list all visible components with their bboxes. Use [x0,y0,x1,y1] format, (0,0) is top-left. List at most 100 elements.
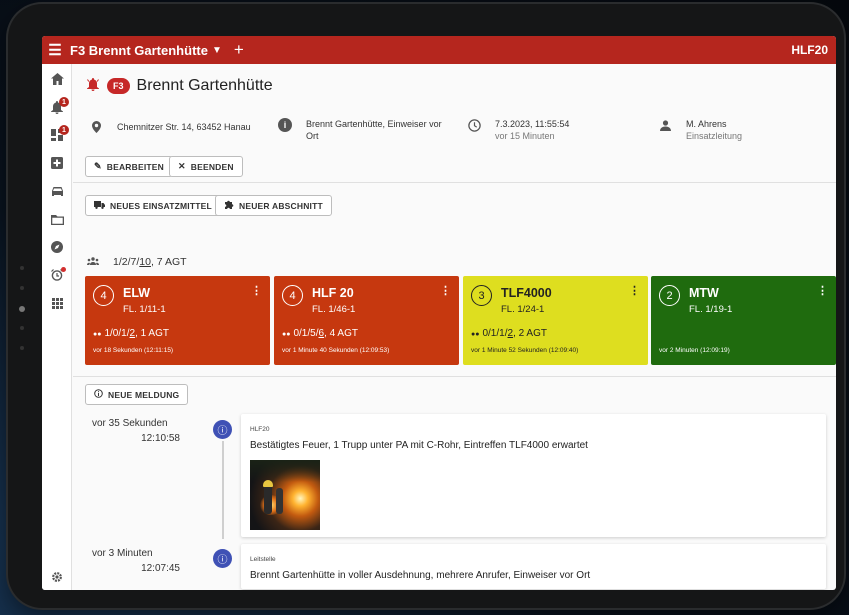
unit-strength: ●● 0/1/5/6, 4 AGT [282,328,358,339]
edit-button[interactable]: ✎ BEARBEITEN [85,156,174,177]
message-info-icon: ⓘ [213,420,232,439]
unit-status-time: vor 1 Minute 52 Sekunden (12:09:40) [471,347,579,354]
settings-gear-icon[interactable] [42,566,72,588]
current-unit-label: HLF20 [791,43,828,57]
info-icon: i [278,118,292,132]
more-vert-icon[interactable]: ⋮ [440,284,451,297]
overview-badge: 1 [59,125,69,135]
alarm-clock-icon[interactable] [42,264,72,286]
medical-plus-icon[interactable] [42,152,72,174]
main-content: F3 Brennt Gartenhütte Chemnitzer Str. 14… [73,64,836,590]
new-section-label: NEUER ABSCHNITT [239,200,323,211]
unit-status-time: vor 2 Minuten (12:09:19) [659,347,730,354]
unit-card[interactable]: 4 ELW FL. 1/11-1 ⋮ ●● 1/0/1/2, 1 AGT vor 18 Se… [85,276,270,365]
leader-role: Einsatzleitung [686,131,743,141]
menu-icon[interactable]: ☰ [42,41,68,59]
strength-prefix: 1/2/7/ [113,256,140,268]
apps-grid-icon[interactable] [42,292,72,314]
group-icon: ●● [93,331,102,338]
end-button[interactable]: ✕ BEENDEN [169,156,243,177]
dashboard-icon[interactable]: 1 [42,124,72,146]
total-strength: 1/2/7/10, 7 AGT [87,256,187,268]
address-field: Chemnitzer Str. 14, 63452 Hanau [89,120,251,134]
incident-address: Chemnitzer Str. 14, 63452 Hanau [117,122,251,132]
new-unit-button[interactable]: NEUES EINSATZMITTEL [85,195,221,216]
unit-name: TLF4000 [501,286,552,300]
incident-header: F3 Brennt Gartenhütte [87,77,273,95]
vehicle-icon[interactable] [42,180,72,202]
unit-card[interactable]: 3 TLF4000 FL. 1/24-1 ⋮ ●● 0/1/1/2, 2 AGT vor 1… [463,276,648,365]
unit-radio-callsign: FL. 1/19-1 [689,304,733,315]
message-info-icon: ⓘ [213,549,232,568]
add-incident-button[interactable]: + [234,40,244,60]
alarm-bell-icon[interactable]: 1 [42,96,72,118]
home-icon[interactable] [42,68,72,90]
strength-agt: , 7 AGT [150,256,187,268]
datetime-field: 7.3.2023, 11:55:54 vor 15 Minuten [467,118,569,142]
timeline-ago: vor 3 Minuten [92,548,153,559]
clock-notification-dot [61,267,66,272]
chevron-down-icon[interactable]: ▼ [212,45,222,56]
unit-strength-prefix: 1/0/1/ [104,328,130,339]
camera-dot [20,326,24,330]
unit-strength-prefix: 0/1/1/ [482,328,508,339]
unit-card[interactable]: 4 HLF 20 FL. 1/46-1 ⋮ ●● 0/1/5/6, 4 AGT vor 1 … [274,276,459,365]
timeline-time: 12:07:45 [141,563,180,574]
unit-status-number: 2 [659,285,680,306]
new-message-label: NEUE MELDUNG [108,389,180,400]
unit-status-time: vor 18 Sekunden (12:11:15) [93,347,174,354]
new-section-button[interactable]: NEUER ABSCHNITT [215,195,332,216]
alarm-bell-icon [87,78,99,94]
message-text: Brennt Gartenhütte in voller Ausdehnung,… [250,570,591,581]
section-divider [73,376,836,377]
leader-name: M. Ahrens [686,119,727,129]
incident-selector[interactable]: F3 Brennt Gartenhütte [70,43,208,58]
incident-datetime-relative: vor 15 Minuten [495,131,555,141]
unit-radio-callsign: FL. 1/24-1 [501,304,545,315]
info-outline-icon [94,389,103,400]
unit-strength-agt: , 2 AGT [513,328,547,339]
unit-name: MTW [689,286,719,300]
new-message-button[interactable]: NEUE MELDUNG [85,384,189,405]
puzzle-icon [224,200,234,212]
close-icon: ✕ [178,161,186,171]
unit-name: ELW [123,286,151,300]
timeline-entry: HLF20 Bestätigtes Feuer, 1 Trupp unter P… [241,414,826,537]
unit-status-number: 3 [471,285,492,306]
folder-icon[interactable] [42,208,72,230]
unit-card[interactable]: 2 MTW FL. 1/19-1 ⋮ vor 2 Minuten (12:09:19) [651,276,836,365]
camera-dot [20,346,24,350]
message-author: Leitstelle [250,556,276,563]
clock-icon [467,118,481,132]
unit-radio-callsign: FL. 1/46-1 [312,304,356,315]
more-vert-icon[interactable]: ⋮ [251,284,262,297]
incident-info-row: Chemnitzer Str. 14, 63452 Hanau i Brennt… [73,114,836,144]
compass-icon[interactable] [42,236,72,258]
group-icon: ●● [471,331,480,338]
sidebar: 1 1 [42,64,72,590]
end-button-label: BEENDEN [190,161,234,172]
section-divider [73,182,836,183]
pencil-icon: ✎ [94,161,102,171]
group-icon [87,257,99,267]
timeline-time: 12:10:58 [141,433,180,444]
alarm-keyword-badge: F3 [107,78,130,94]
incident-photo[interactable] [250,460,320,530]
unit-strength-prefix: 0/1/5/ [293,328,319,339]
truck-icon [94,200,105,211]
unit-strength-agt: , 4 AGT [324,328,358,339]
unit-status-number: 4 [282,285,303,306]
more-vert-icon[interactable]: ⋮ [629,284,640,297]
location-pin-icon [89,120,103,134]
tablet-frame: ☰ F3 Brennt Gartenhütte ▼ + HLF20 1 1 F3… [8,4,844,608]
timeline-entry: Leitstelle Brennt Gartenhütte in voller … [241,544,826,589]
timeline-ago: vor 35 Sekunden [92,418,168,429]
top-app-bar: ☰ F3 Brennt Gartenhütte ▼ + HLF20 [42,36,836,64]
edit-button-label: BEARBEITEN [106,161,165,172]
unit-radio-callsign: FL. 1/11-1 [123,304,166,315]
group-icon: ●● [282,331,291,338]
unit-status-time: vor 1 Minute 40 Sekunden (12:09:53) [282,347,390,354]
incident-datetime: 7.3.2023, 11:55:54 [495,119,570,129]
unit-strength: ●● 1/0/1/2, 1 AGT [93,328,169,339]
more-vert-icon[interactable]: ⋮ [817,284,828,297]
